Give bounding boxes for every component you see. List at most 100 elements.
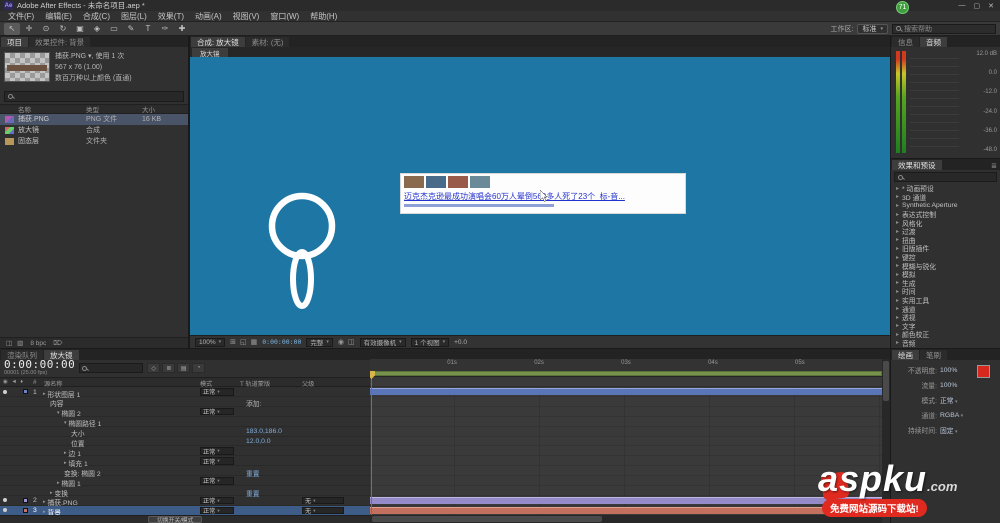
timeline-layer-row[interactable]: ▾ 椭圆 2 正常 xyxy=(0,407,370,418)
timeline-layer-row[interactable]: 变换: 椭圆 2 重置 xyxy=(0,466,370,478)
project-item-row[interactable]: 捕获.PNG PNG 文件 16 KB xyxy=(0,113,188,125)
eye-icon[interactable] xyxy=(3,508,7,513)
layer-duration-bar[interactable] xyxy=(370,427,882,437)
timeline-layer-row[interactable]: ▸ 变换 重置 xyxy=(0,486,370,498)
panel-tab[interactable]: 合成: 放大镜 xyxy=(191,37,245,47)
eye-icon[interactable] xyxy=(3,498,7,503)
timeline-toolbar-icon[interactable]: ≣ xyxy=(162,363,176,373)
bit-depth-indicator[interactable]: 8 bpc xyxy=(30,340,46,347)
panel-tab[interactable]: 效果控件: 背景 xyxy=(29,37,91,47)
label-color-chip[interactable] xyxy=(23,508,28,514)
timeline-layer-row[interactable]: 2 ▸ 捕获.PNG 正常 无 xyxy=(0,496,370,507)
layer-duration-bar[interactable] xyxy=(370,496,882,506)
exposure-value[interactable]: +0.0 xyxy=(454,339,467,346)
timeline-layer-row[interactable]: 1 ▸ 形状图层 1 正常 xyxy=(0,387,370,399)
layer-duration-bar[interactable] xyxy=(370,417,882,427)
twirl-icon[interactable]: ▸ xyxy=(43,391,46,397)
layer-duration-bar[interactable] xyxy=(370,456,882,467)
blend-mode-dropdown[interactable]: 正常 xyxy=(200,457,234,466)
layer-duration-bar[interactable] xyxy=(370,466,882,477)
option-value[interactable]: 正常 xyxy=(940,395,958,405)
blend-mode-dropdown[interactable]: 正常 xyxy=(200,407,234,416)
timeline-track-area[interactable]: 01s 02s 03s 04s 05s xyxy=(370,359,882,515)
timeline-layer-row[interactable]: 大小 183.0,186.0 xyxy=(0,427,370,438)
menu-item[interactable]: 效果(T) xyxy=(158,11,184,22)
foreground-color-swatch[interactable] xyxy=(977,365,990,378)
panel-tab[interactable]: 笔刷 xyxy=(920,350,947,360)
menu-item[interactable]: 帮助(H) xyxy=(310,11,337,22)
option-value[interactable]: RGBA xyxy=(940,412,963,419)
composition-viewport[interactable]: 迈克杰克逊最成功演唱会60万人晕倒560多人死了23个_标-音... xyxy=(190,57,890,335)
pen-tool[interactable]: ✎ xyxy=(123,23,139,35)
effects-search-input[interactable] xyxy=(894,172,997,182)
current-time-indicator[interactable] xyxy=(370,371,375,515)
layer-name[interactable]: 背景 xyxy=(48,507,62,515)
minimize-icon[interactable]: — xyxy=(959,2,966,10)
viewer-toolbar-icon[interactable]: ◱ xyxy=(240,338,247,346)
option-value[interactable]: 100% xyxy=(940,367,957,374)
shape-tool[interactable]: ▭ xyxy=(106,23,122,35)
menu-item[interactable]: 图层(L) xyxy=(121,11,147,22)
camera-tool[interactable]: ▣ xyxy=(72,23,88,35)
rotation-tool[interactable]: ↻ xyxy=(55,23,71,35)
selection-tool[interactable]: ↖ xyxy=(4,22,20,35)
work-area-bar[interactable] xyxy=(370,371,882,376)
twirl-icon[interactable]: ▸ xyxy=(64,450,67,456)
twirl-icon[interactable]: ▸ xyxy=(43,499,46,505)
puppet-pin-tool[interactable]: ✚ xyxy=(174,23,190,35)
twirl-icon[interactable]: ▾ xyxy=(64,420,67,426)
property-value[interactable]: 183.0,186.0 xyxy=(246,428,282,435)
close-icon[interactable]: ✕ xyxy=(988,2,994,10)
option-value[interactable]: 100% xyxy=(940,382,957,389)
timeline-toolbar-icon[interactable]: ◔ xyxy=(192,363,206,373)
layer-duration-bar[interactable] xyxy=(370,387,882,397)
panel-tab[interactable]: 效果和预设 xyxy=(892,160,942,170)
brush-tool[interactable]: ✑ xyxy=(157,23,173,35)
help-search-input[interactable]: 搜索帮助 xyxy=(892,23,996,34)
project-footer-icon[interactable]: ▧ xyxy=(17,339,23,347)
project-search-input[interactable] xyxy=(4,90,184,102)
viewer-timecode[interactable]: 0:00:00:00 xyxy=(262,338,301,346)
resolution-dropdown[interactable]: 完整 xyxy=(306,337,333,347)
type-tool[interactable]: T xyxy=(140,23,156,35)
panel-tab[interactable]: 音频 xyxy=(920,37,947,47)
menu-item[interactable]: 文件(F) xyxy=(8,11,34,22)
layer-duration-bar[interactable] xyxy=(370,437,882,447)
viewer-toolbar-icon[interactable]: ◉ xyxy=(338,338,344,346)
layer-duration-bar[interactable] xyxy=(370,407,882,417)
panel-tab[interactable]: 绘画 xyxy=(892,350,919,360)
layer-duration-bar[interactable] xyxy=(370,397,882,407)
pan-behind-tool[interactable]: ◈ xyxy=(89,23,105,35)
twirl-icon[interactable]: ▸ xyxy=(64,460,67,466)
property-value[interactable]: 12.0,0.0 xyxy=(246,438,271,445)
parent-dropdown[interactable]: 无 xyxy=(302,506,344,515)
layer-duration-bar[interactable] xyxy=(370,446,882,457)
panel-tab[interactable]: 素材: (无) xyxy=(245,37,290,47)
menu-item[interactable]: 编辑(E) xyxy=(45,11,72,22)
timeline-layer-row[interactable]: ▸ 椭圆 1 正常 xyxy=(0,476,370,488)
timeline-toolbar-icon[interactable]: ◇ xyxy=(147,363,161,373)
timeline-layer-row[interactable]: ▸ 边 1 正常 xyxy=(0,446,370,458)
parent-dropdown[interactable]: 无 xyxy=(302,496,344,505)
blend-mode-dropdown[interactable]: 正常 xyxy=(200,506,234,515)
eye-icon[interactable] xyxy=(3,389,7,394)
timeline-search-input[interactable] xyxy=(79,363,144,373)
view-layout-dropdown[interactable]: 1 个视图 xyxy=(410,337,450,347)
column-name[interactable]: 名称 xyxy=(0,104,86,114)
blend-mode-dropdown[interactable]: 正常 xyxy=(200,496,234,505)
menu-item[interactable]: 窗口(W) xyxy=(270,11,299,22)
maximize-icon[interactable]: ▢ xyxy=(974,2,981,10)
blend-mode-dropdown[interactable]: 正常 xyxy=(200,477,234,485)
project-footer-icon[interactable]: ◫ xyxy=(6,339,12,347)
viewer-toolbar-icon[interactable]: ▦ xyxy=(251,338,258,346)
workspace-dropdown[interactable]: 标准 xyxy=(857,23,888,34)
menu-item[interactable]: 动画(A) xyxy=(195,11,222,22)
layer-duration-bar[interactable] xyxy=(370,486,882,496)
twirl-icon[interactable]: ▸ xyxy=(50,490,53,496)
menu-item[interactable]: 视图(V) xyxy=(233,11,260,22)
camera-dropdown[interactable]: 有效摄像机 xyxy=(359,337,406,347)
toggle-switches-modes-button[interactable]: 切换开关/模式 xyxy=(148,516,203,523)
panel-menu-icon[interactable]: ≣ xyxy=(988,162,1000,170)
viewer-toolbar-icon[interactable]: ⊞ xyxy=(230,338,236,346)
effect-category[interactable]: 音频 xyxy=(891,339,1000,348)
